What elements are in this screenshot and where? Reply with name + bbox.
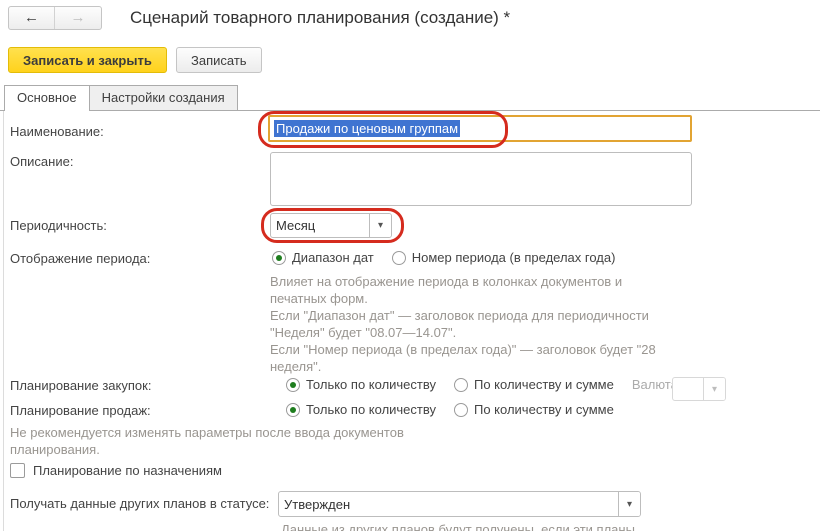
tab-creation-settings[interactable]: Настройки создания bbox=[90, 85, 238, 110]
radio-purchase-qty-sum-label: По количеству и сумме bbox=[474, 377, 614, 392]
tab-bar: Основное Настройки создания bbox=[4, 85, 238, 111]
scenario-form-window: ← → Сценарий товарного планирования (соз… bbox=[0, 0, 820, 531]
radio-purchase-qty-sum[interactable] bbox=[454, 378, 468, 392]
save-and-close-button[interactable]: Записать и закрыть bbox=[8, 47, 167, 73]
sales-planning-label: Планирование продаж: bbox=[10, 403, 151, 418]
radio-sales-qty-sum[interactable] bbox=[454, 403, 468, 417]
radio-period-number-label: Номер периода (в пределах года) bbox=[412, 250, 616, 265]
name-label: Наименование: bbox=[10, 124, 104, 139]
periodicity-select[interactable]: Месяц ▾ bbox=[270, 213, 392, 238]
back-arrow-icon: ← bbox=[24, 9, 39, 26]
save-button[interactable]: Записать bbox=[176, 47, 262, 73]
tab-main[interactable]: Основное bbox=[4, 85, 90, 111]
forward-arrow-icon: → bbox=[71, 9, 86, 26]
currency-select[interactable]: ▾ bbox=[672, 377, 726, 401]
description-label: Описание: bbox=[10, 154, 73, 169]
plans-status-label: Получать данные других планов в статусе: bbox=[10, 496, 269, 511]
name-input[interactable]: Продажи по ценовым группам bbox=[268, 115, 692, 142]
radio-date-range-label: Диапазон дат bbox=[292, 250, 374, 265]
currency-chevron-down-icon: ▾ bbox=[703, 378, 725, 400]
plans-status-hint: Данные из других планов будут получены, … bbox=[281, 521, 701, 531]
parameters-warning-text: Не рекомендуется изменять параметры посл… bbox=[10, 424, 440, 458]
sales-planning-radio-group: Только по количеству По количеству и сум… bbox=[286, 402, 632, 417]
page-title: Сценарий товарного планирования (создани… bbox=[130, 8, 510, 28]
assignment-planning-label: Планирование по назначениям bbox=[33, 463, 222, 478]
name-value-selected: Продажи по ценовым группам bbox=[274, 120, 460, 137]
radio-sales-qty-only[interactable] bbox=[286, 403, 300, 417]
description-input[interactable] bbox=[270, 152, 692, 206]
history-nav-group: ← → bbox=[8, 6, 102, 30]
back-button[interactable]: ← bbox=[9, 7, 55, 29]
plans-status-chevron-down-icon[interactable]: ▾ bbox=[618, 492, 640, 516]
radio-purchase-qty-only-label: Только по количеству bbox=[306, 377, 436, 392]
currency-value bbox=[673, 378, 703, 400]
radio-purchase-qty-only[interactable] bbox=[286, 378, 300, 392]
period-display-hint: Влияет на отображение периода в колонках… bbox=[270, 273, 680, 375]
plans-status-select[interactable]: Утвержден ▾ bbox=[278, 491, 641, 517]
radio-sales-qty-sum-label: По количеству и сумме bbox=[474, 402, 614, 417]
radio-period-number[interactable] bbox=[392, 251, 406, 265]
assignment-planning-row: Планирование по назначениям bbox=[10, 463, 222, 478]
radio-sales-qty-only-label: Только по количеству bbox=[306, 402, 436, 417]
periodicity-value: Месяц bbox=[271, 214, 369, 237]
plans-status-value: Утвержден bbox=[279, 492, 618, 516]
periodicity-label: Периодичность: bbox=[10, 218, 107, 233]
assignment-planning-checkbox[interactable] bbox=[10, 463, 25, 478]
purchase-planning-label: Планирование закупок: bbox=[10, 378, 151, 393]
period-display-radio-group: Диапазон дат Номер периода (в пределах г… bbox=[272, 250, 633, 265]
forward-button[interactable]: → bbox=[55, 7, 101, 29]
chevron-down-icon[interactable]: ▾ bbox=[369, 214, 391, 237]
form-left-border bbox=[3, 111, 4, 531]
radio-date-range[interactable] bbox=[272, 251, 286, 265]
period-display-label: Отображение периода: bbox=[10, 251, 150, 266]
purchase-planning-radio-group: Только по количеству По количеству и сум… bbox=[286, 377, 689, 392]
